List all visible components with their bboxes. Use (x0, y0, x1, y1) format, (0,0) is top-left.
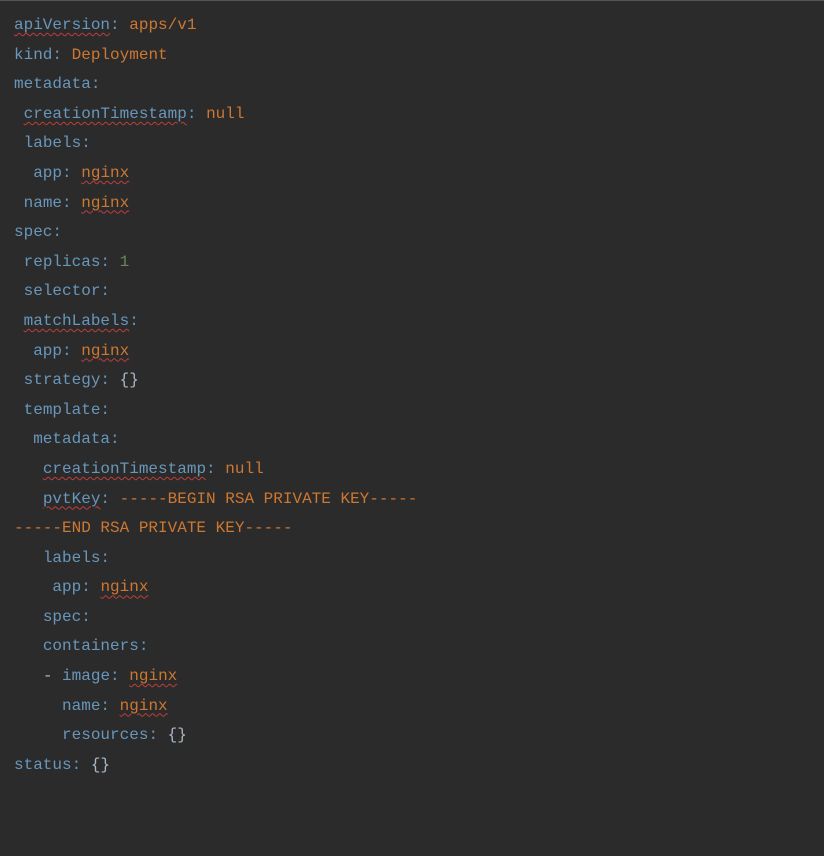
yaml-line: app: nginx (14, 342, 129, 360)
yaml-key: labels (43, 549, 101, 567)
yaml-value: Deployment (72, 46, 168, 64)
yaml-key: app (52, 578, 81, 596)
yaml-value: nginx (81, 342, 129, 360)
yaml-key: containers (43, 637, 139, 655)
yaml-line: metadata: (14, 430, 120, 448)
yaml-code-block[interactable]: apiVersion: apps/v1 kind: Deployment met… (0, 1, 824, 790)
yaml-key: name (24, 194, 62, 212)
yaml-value: -----END RSA PRIVATE KEY----- (14, 519, 292, 537)
yaml-key: name (62, 697, 100, 715)
yaml-value: {} (168, 726, 187, 744)
yaml-key: status (14, 756, 72, 774)
yaml-line: template: (14, 401, 110, 419)
yaml-key: apiVersion (14, 16, 110, 34)
yaml-line: labels: (14, 134, 91, 152)
yaml-line: apiVersion: apps/v1 (14, 16, 196, 34)
yaml-value: null (206, 105, 244, 123)
yaml-value: nginx (100, 578, 148, 596)
yaml-line: metadata: (14, 75, 100, 93)
yaml-key: creationTimestamp (24, 105, 187, 123)
yaml-key: image (62, 667, 110, 685)
yaml-line: -----END RSA PRIVATE KEY----- (14, 519, 292, 537)
yaml-value: {} (91, 756, 110, 774)
yaml-line: status: {} (14, 756, 110, 774)
yaml-key: strategy (24, 371, 101, 389)
yaml-line: replicas: 1 (14, 253, 129, 271)
yaml-key: metadata (33, 430, 110, 448)
yaml-key: replicas (24, 253, 101, 271)
yaml-key: pvtKey (43, 490, 101, 508)
yaml-key: selector (24, 282, 101, 300)
yaml-value: nginx (129, 667, 177, 685)
yaml-value: 1 (120, 253, 130, 271)
yaml-key: creationTimestamp (43, 460, 206, 478)
yaml-key: template (24, 401, 101, 419)
yaml-value: null (225, 460, 263, 478)
yaml-value: {} (120, 371, 139, 389)
yaml-key: app (33, 164, 62, 182)
yaml-key: metadata (14, 75, 91, 93)
yaml-key: spec (14, 223, 52, 241)
yaml-line: resources: {} (14, 726, 187, 744)
yaml-line: creationTimestamp: null (14, 105, 244, 123)
yaml-line: name: nginx (14, 697, 168, 715)
yaml-key: labels (24, 134, 82, 152)
yaml-line: containers: (14, 637, 148, 655)
yaml-line: name: nginx (14, 194, 129, 212)
yaml-key: app (33, 342, 62, 360)
yaml-line: strategy: {} (14, 371, 139, 389)
yaml-line: spec: (14, 223, 62, 241)
yaml-value: apps/v1 (129, 16, 196, 34)
yaml-line: kind: Deployment (14, 46, 168, 64)
yaml-key: matchLabels (24, 312, 130, 330)
yaml-value: nginx (81, 194, 129, 212)
yaml-value: -----BEGIN RSA PRIVATE KEY----- (120, 490, 418, 508)
yaml-line: spec: (14, 608, 91, 626)
yaml-value: nginx (120, 697, 168, 715)
yaml-line: matchLabels: (14, 312, 139, 330)
yaml-key: resources (62, 726, 148, 744)
yaml-key: spec (43, 608, 81, 626)
yaml-line: pvtKey: -----BEGIN RSA PRIVATE KEY----- (14, 490, 417, 508)
yaml-line: app: nginx (14, 578, 148, 596)
yaml-line: creationTimestamp: null (14, 460, 264, 478)
yaml-key: kind (14, 46, 52, 64)
yaml-line: labels: (14, 549, 110, 567)
yaml-line: selector: (14, 282, 110, 300)
yaml-line: app: nginx (14, 164, 129, 182)
yaml-line: - image: nginx (14, 667, 177, 685)
yaml-dash: - (43, 667, 53, 685)
yaml-value: nginx (81, 164, 129, 182)
